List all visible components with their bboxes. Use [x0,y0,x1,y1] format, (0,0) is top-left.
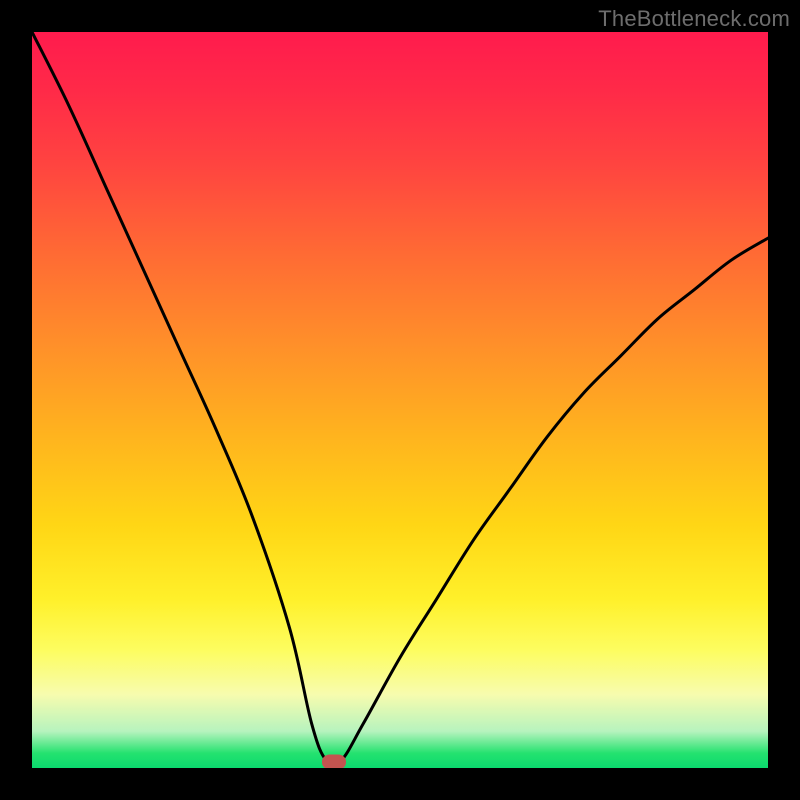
optimal-point-marker [322,755,346,768]
plot-area [32,32,768,768]
chart-frame: TheBottleneck.com [0,0,800,800]
bottleneck-curve [32,32,768,768]
watermark-text: TheBottleneck.com [598,6,790,32]
